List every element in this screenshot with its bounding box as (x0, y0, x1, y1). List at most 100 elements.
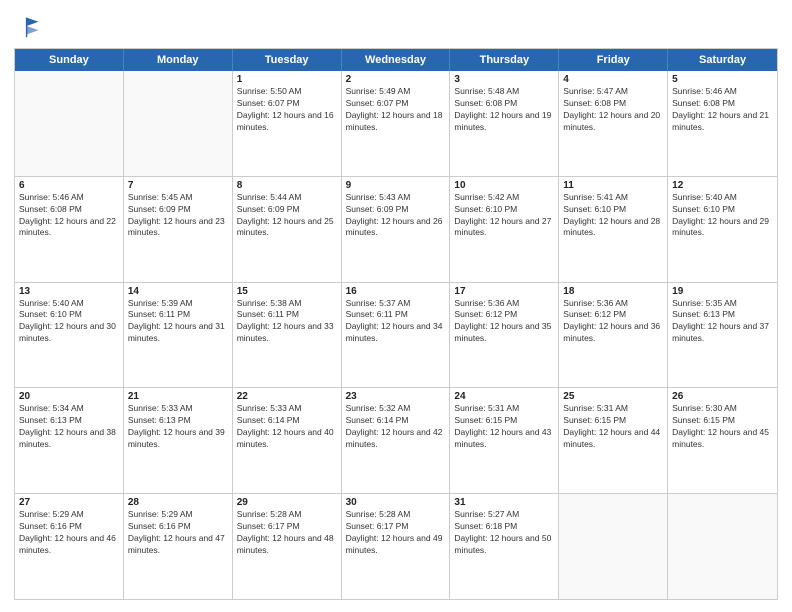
calendar-cell: 19Sunrise: 5:35 AMSunset: 6:13 PMDayligh… (668, 283, 777, 388)
day-of-week-friday: Friday (559, 49, 668, 71)
day-number: 18 (563, 286, 663, 297)
calendar-cell: 1Sunrise: 5:50 AMSunset: 6:07 PMDaylight… (233, 71, 342, 176)
day-of-week-tuesday: Tuesday (233, 49, 342, 71)
day-info: Sunrise: 5:29 AMSunset: 6:16 PMDaylight:… (128, 509, 228, 557)
calendar-cell: 13Sunrise: 5:40 AMSunset: 6:10 PMDayligh… (15, 283, 124, 388)
day-number: 21 (128, 391, 228, 402)
day-info: Sunrise: 5:42 AMSunset: 6:10 PMDaylight:… (454, 192, 554, 240)
day-number: 19 (672, 286, 773, 297)
calendar-cell: 21Sunrise: 5:33 AMSunset: 6:13 PMDayligh… (124, 388, 233, 493)
day-info: Sunrise: 5:38 AMSunset: 6:11 PMDaylight:… (237, 298, 337, 346)
calendar-cell: 8Sunrise: 5:44 AMSunset: 6:09 PMDaylight… (233, 177, 342, 282)
day-info: Sunrise: 5:44 AMSunset: 6:09 PMDaylight:… (237, 192, 337, 240)
calendar-cell: 11Sunrise: 5:41 AMSunset: 6:10 PMDayligh… (559, 177, 668, 282)
calendar-cell: 26Sunrise: 5:30 AMSunset: 6:15 PMDayligh… (668, 388, 777, 493)
day-number: 28 (128, 497, 228, 508)
day-info: Sunrise: 5:39 AMSunset: 6:11 PMDaylight:… (128, 298, 228, 346)
day-number: 11 (563, 180, 663, 191)
calendar-row-1: 1Sunrise: 5:50 AMSunset: 6:07 PMDaylight… (15, 71, 777, 176)
calendar-cell: 27Sunrise: 5:29 AMSunset: 6:16 PMDayligh… (15, 494, 124, 599)
calendar-cell: 18Sunrise: 5:36 AMSunset: 6:12 PMDayligh… (559, 283, 668, 388)
calendar-row-4: 20Sunrise: 5:34 AMSunset: 6:13 PMDayligh… (15, 387, 777, 493)
day-number: 3 (454, 74, 554, 85)
day-number: 9 (346, 180, 446, 191)
day-of-week-thursday: Thursday (450, 49, 559, 71)
day-number: 20 (19, 391, 119, 402)
calendar-cell: 9Sunrise: 5:43 AMSunset: 6:09 PMDaylight… (342, 177, 451, 282)
day-info: Sunrise: 5:48 AMSunset: 6:08 PMDaylight:… (454, 86, 554, 134)
calendar-cell: 12Sunrise: 5:40 AMSunset: 6:10 PMDayligh… (668, 177, 777, 282)
calendar-cell: 31Sunrise: 5:27 AMSunset: 6:18 PMDayligh… (450, 494, 559, 599)
calendar-cell: 25Sunrise: 5:31 AMSunset: 6:15 PMDayligh… (559, 388, 668, 493)
day-number: 27 (19, 497, 119, 508)
calendar-cell: 24Sunrise: 5:31 AMSunset: 6:15 PMDayligh… (450, 388, 559, 493)
day-number: 6 (19, 180, 119, 191)
calendar-row-2: 6Sunrise: 5:46 AMSunset: 6:08 PMDaylight… (15, 176, 777, 282)
calendar-cell: 3Sunrise: 5:48 AMSunset: 6:08 PMDaylight… (450, 71, 559, 176)
calendar-cell: 14Sunrise: 5:39 AMSunset: 6:11 PMDayligh… (124, 283, 233, 388)
day-number: 10 (454, 180, 554, 191)
day-info: Sunrise: 5:46 AMSunset: 6:08 PMDaylight:… (672, 86, 773, 134)
day-number: 13 (19, 286, 119, 297)
header (14, 12, 778, 40)
day-info: Sunrise: 5:49 AMSunset: 6:07 PMDaylight:… (346, 86, 446, 134)
day-info: Sunrise: 5:41 AMSunset: 6:10 PMDaylight:… (563, 192, 663, 240)
day-number: 14 (128, 286, 228, 297)
day-info: Sunrise: 5:35 AMSunset: 6:13 PMDaylight:… (672, 298, 773, 346)
day-number: 7 (128, 180, 228, 191)
calendar-cell (15, 71, 124, 176)
day-number: 8 (237, 180, 337, 191)
day-number: 30 (346, 497, 446, 508)
day-info: Sunrise: 5:30 AMSunset: 6:15 PMDaylight:… (672, 403, 773, 451)
calendar-cell (124, 71, 233, 176)
logo (14, 12, 44, 40)
day-number: 15 (237, 286, 337, 297)
day-info: Sunrise: 5:28 AMSunset: 6:17 PMDaylight:… (237, 509, 337, 557)
day-info: Sunrise: 5:34 AMSunset: 6:13 PMDaylight:… (19, 403, 119, 451)
day-info: Sunrise: 5:36 AMSunset: 6:12 PMDaylight:… (454, 298, 554, 346)
page: SundayMondayTuesdayWednesdayThursdayFrid… (0, 0, 792, 612)
day-info: Sunrise: 5:36 AMSunset: 6:12 PMDaylight:… (563, 298, 663, 346)
calendar-cell: 17Sunrise: 5:36 AMSunset: 6:12 PMDayligh… (450, 283, 559, 388)
day-number: 23 (346, 391, 446, 402)
calendar-cell: 30Sunrise: 5:28 AMSunset: 6:17 PMDayligh… (342, 494, 451, 599)
day-of-week-wednesday: Wednesday (342, 49, 451, 71)
day-number: 25 (563, 391, 663, 402)
day-number: 17 (454, 286, 554, 297)
calendar-header: SundayMondayTuesdayWednesdayThursdayFrid… (15, 49, 777, 71)
calendar-cell: 28Sunrise: 5:29 AMSunset: 6:16 PMDayligh… (124, 494, 233, 599)
calendar-cell: 7Sunrise: 5:45 AMSunset: 6:09 PMDaylight… (124, 177, 233, 282)
calendar-row-5: 27 Sunrise: 5:29 AMSunset: 6:16 PMDayligh… (15, 493, 777, 599)
day-info: Sunrise: 5:46 AMSunset: 6:08 PMDaylight:… (19, 192, 119, 240)
day-number: 22 (237, 391, 337, 402)
calendar-cell: 2Sunrise: 5:49 AMSunset: 6:07 PMDaylight… (342, 71, 451, 176)
day-number: 24 (454, 391, 554, 402)
day-number: 2 (346, 74, 446, 85)
day-info: Sunrise: 5:43 AMSunset: 6:09 PMDaylight:… (346, 192, 446, 240)
calendar-cell: 15Sunrise: 5:38 AMSunset: 6:11 PMDayligh… (233, 283, 342, 388)
day-number: 31 (454, 497, 554, 508)
day-info: Sunrise: 5:33 AMSunset: 6:14 PMDaylight:… (237, 403, 337, 451)
day-info: Sunrise: 5:47 AMSunset: 6:08 PMDaylight:… (563, 86, 663, 134)
day-number: 12 (672, 180, 773, 191)
day-info: Sunrise: 5:33 AMSunset: 6:13 PMDaylight:… (128, 403, 228, 451)
calendar-cell: 23Sunrise: 5:32 AMSunset: 6:14 PMDayligh… (342, 388, 451, 493)
day-number: 29 (237, 497, 337, 508)
day-number: 5 (672, 74, 773, 85)
calendar-cell: 5Sunrise: 5:46 AMSunset: 6:08 PMDaylight… (668, 71, 777, 176)
day-of-week-monday: Monday (124, 49, 233, 71)
day-info: Sunrise: 5:40 AMSunset: 6:10 PMDaylight:… (672, 192, 773, 240)
day-info: Sunrise: 5:31 AMSunset: 6:15 PMDaylight:… (563, 403, 663, 451)
day-number: 26 (672, 391, 773, 402)
day-info: Sunrise: 5:27 AMSunset: 6:18 PMDaylight:… (454, 509, 554, 557)
day-info: Sunrise: 5:32 AMSunset: 6:14 PMDaylight:… (346, 403, 446, 451)
calendar-cell (668, 494, 777, 599)
day-number: 4 (563, 74, 663, 85)
day-info: Sunrise: 5:31 AMSunset: 6:15 PMDaylight:… (454, 403, 554, 451)
day-info: Sunrise: 5:37 AMSunset: 6:11 PMDaylight:… (346, 298, 446, 346)
day-info: Sunrise: 5:40 AMSunset: 6:10 PMDaylight:… (19, 298, 119, 346)
day-of-week-saturday: Saturday (668, 49, 777, 71)
day-of-week-sunday: Sunday (15, 49, 124, 71)
calendar-cell: 20Sunrise: 5:34 AMSunset: 6:13 PMDayligh… (15, 388, 124, 493)
calendar-cell: 6Sunrise: 5:46 AMSunset: 6:08 PMDaylight… (15, 177, 124, 282)
